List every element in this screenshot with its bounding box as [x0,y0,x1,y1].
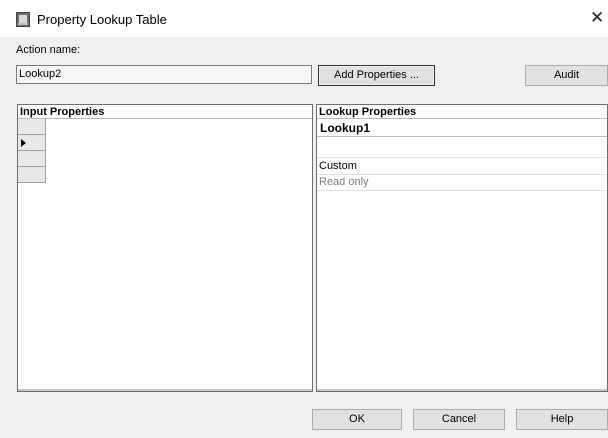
lookup-properties-panel[interactable]: Lookup Properties Lookup1 Custom Read on… [316,104,608,392]
app-icon [16,12,30,27]
lookup-row-read-only[interactable]: Read only [317,175,607,191]
input-properties-panel[interactable]: Input Properties [17,104,313,392]
panel-divider [317,389,607,391]
action-name-label: Action name: [16,44,81,56]
action-name-input[interactable]: Lookup2 [16,65,312,84]
cancel-button[interactable]: Cancel [413,409,505,430]
add-properties-button[interactable]: Add Properties ... [318,65,435,86]
title-bar: Property Lookup Table ✕ [0,0,608,37]
row-header-selected[interactable] [18,135,46,151]
window-title: Property Lookup Table [37,12,167,27]
audit-button[interactable]: Audit [525,65,608,86]
row-pointer-icon [21,139,26,147]
panel-divider [18,389,312,391]
row-header-column [18,119,46,183]
lookup-column-title[interactable]: Lookup1 [317,120,607,137]
row-header[interactable] [18,151,46,167]
input-properties-header: Input Properties [18,105,312,119]
ok-button[interactable]: OK [312,409,402,430]
row-header[interactable] [18,167,46,183]
lookup-row-custom[interactable]: Custom [317,159,607,175]
close-icon[interactable]: ✕ [590,9,604,26]
lookup-properties-header: Lookup Properties [317,105,607,119]
row-header[interactable] [18,119,46,135]
help-button[interactable]: Help [516,409,608,430]
lookup-row[interactable] [317,142,607,158]
